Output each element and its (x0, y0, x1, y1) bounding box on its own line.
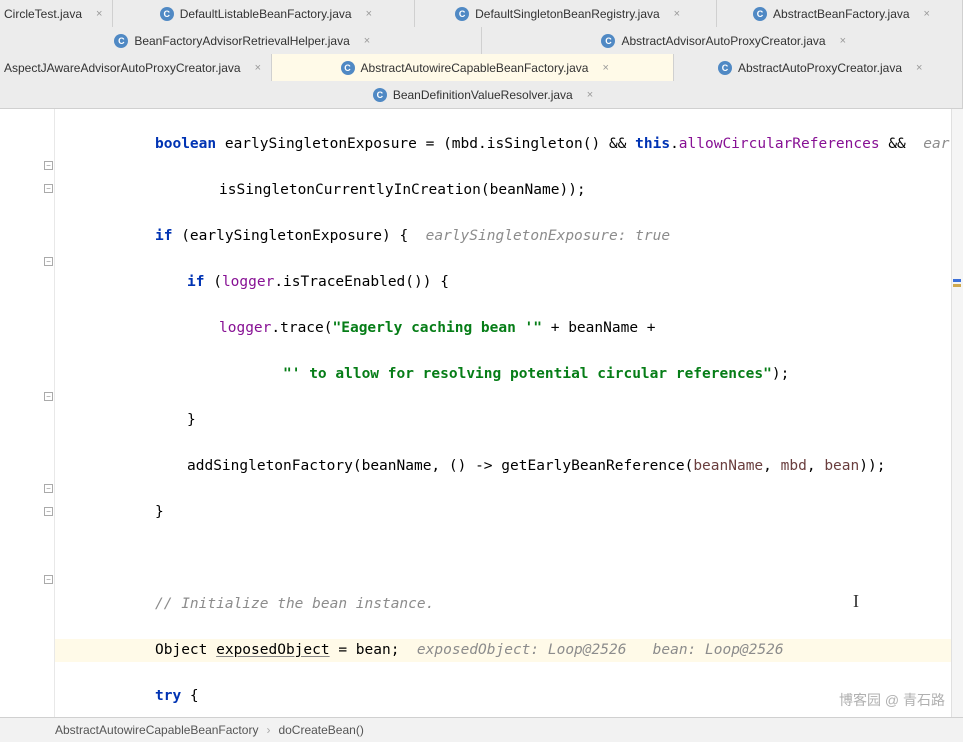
tab-aspectjawareadvisorautoproxycreator[interactable]: AspectJAwareAdvisorAutoProxyCreator.java… (0, 54, 272, 81)
fold-icon[interactable]: − (44, 392, 53, 401)
tab-label: AbstractAutowireCapableBeanFactory.java (361, 61, 589, 75)
fold-icon[interactable]: − (44, 257, 53, 266)
class-icon: C (718, 61, 732, 75)
tab-defaultsingletonbeanregistry[interactable]: C DefaultSingletonBeanRegistry.java × (415, 0, 717, 27)
tab-abstractautoproxycreator[interactable]: C AbstractAutoProxyCreator.java × (674, 54, 963, 81)
tab-row-1: CircleTest.java × C DefaultListableBeanF… (0, 0, 963, 27)
class-icon: C (373, 88, 387, 102)
tab-label: DefaultSingletonBeanRegistry.java (475, 7, 660, 21)
tab-label: AspectJAwareAdvisorAutoProxyCreator.java (4, 61, 241, 75)
tab-row-3: AspectJAwareAdvisorAutoProxyCreator.java… (0, 54, 963, 81)
tab-row-4: C BeanDefinitionValueResolver.java × (0, 81, 963, 108)
tab-label: BeanFactoryAdvisorRetrievalHelper.java (134, 34, 349, 48)
gutter[interactable]: − − − − − − − (0, 109, 55, 718)
class-icon: C (601, 34, 615, 48)
fold-icon[interactable]: − (44, 575, 53, 584)
class-icon: C (341, 61, 355, 75)
class-icon: C (114, 34, 128, 48)
stripe-marker[interactable] (953, 284, 961, 287)
code-editor[interactable]: − − − − − − − boolean earlySingletonExpo… (0, 109, 963, 718)
breadcrumb[interactable]: AbstractAutowireCapableBeanFactory › doC… (0, 717, 963, 742)
close-icon[interactable]: × (838, 35, 848, 47)
fold-icon[interactable]: − (44, 161, 53, 170)
tab-circletest[interactable]: CircleTest.java × (0, 0, 113, 27)
tab-label: DefaultListableBeanFactory.java (180, 7, 352, 21)
editor-tabs: CircleTest.java × C DefaultListableBeanF… (0, 0, 963, 109)
tab-row-2: C BeanFactoryAdvisorRetrievalHelper.java… (0, 27, 963, 54)
code-content[interactable]: boolean earlySingletonExposure = (mbd.is… (55, 109, 963, 718)
breadcrumb-class[interactable]: AbstractAutowireCapableBeanFactory (55, 723, 258, 737)
tab-label: AbstractAutoProxyCreator.java (738, 61, 902, 75)
tab-label: CircleTest.java (4, 7, 82, 21)
tab-label: AbstractBeanFactory.java (773, 7, 910, 21)
class-icon: C (160, 7, 174, 21)
fold-icon[interactable]: − (44, 484, 53, 493)
close-icon[interactable]: × (922, 8, 932, 20)
class-icon: C (455, 7, 469, 21)
close-icon[interactable]: × (94, 8, 104, 20)
close-icon[interactable]: × (914, 62, 924, 74)
close-icon[interactable]: × (672, 8, 682, 20)
tab-abstractbeanfactory[interactable]: C AbstractBeanFactory.java × (717, 0, 963, 27)
tab-abstractadvisorautoproxycreator[interactable]: C AbstractAdvisorAutoProxyCreator.java × (482, 27, 963, 54)
fold-icon[interactable]: − (44, 184, 53, 193)
class-icon: C (753, 7, 767, 21)
close-icon[interactable]: × (585, 89, 595, 101)
tab-label: AbstractAdvisorAutoProxyCreator.java (621, 34, 825, 48)
close-icon[interactable]: × (362, 35, 372, 47)
tab-beanfactoryadvisorretrievalhelper[interactable]: C BeanFactoryAdvisorRetrievalHelper.java… (0, 27, 482, 54)
tab-beandefinitionvalueresolver[interactable]: C BeanDefinitionValueResolver.java × (0, 81, 963, 108)
close-icon[interactable]: × (364, 8, 374, 20)
error-stripe[interactable] (951, 109, 963, 718)
fold-icon[interactable]: − (44, 507, 53, 516)
close-icon[interactable]: × (600, 62, 610, 74)
tab-abstractautowirecapablebeanfactory[interactable]: C AbstractAutowireCapableBeanFactory.jav… (272, 54, 674, 81)
stripe-marker[interactable] (953, 279, 961, 282)
close-icon[interactable]: × (253, 62, 263, 74)
tab-defaultlistablebeanfactory[interactable]: C DefaultListableBeanFactory.java × (113, 0, 415, 27)
breadcrumb-method[interactable]: doCreateBean() (278, 723, 363, 737)
chevron-right-icon: › (266, 723, 270, 737)
tab-label: BeanDefinitionValueResolver.java (393, 88, 573, 102)
